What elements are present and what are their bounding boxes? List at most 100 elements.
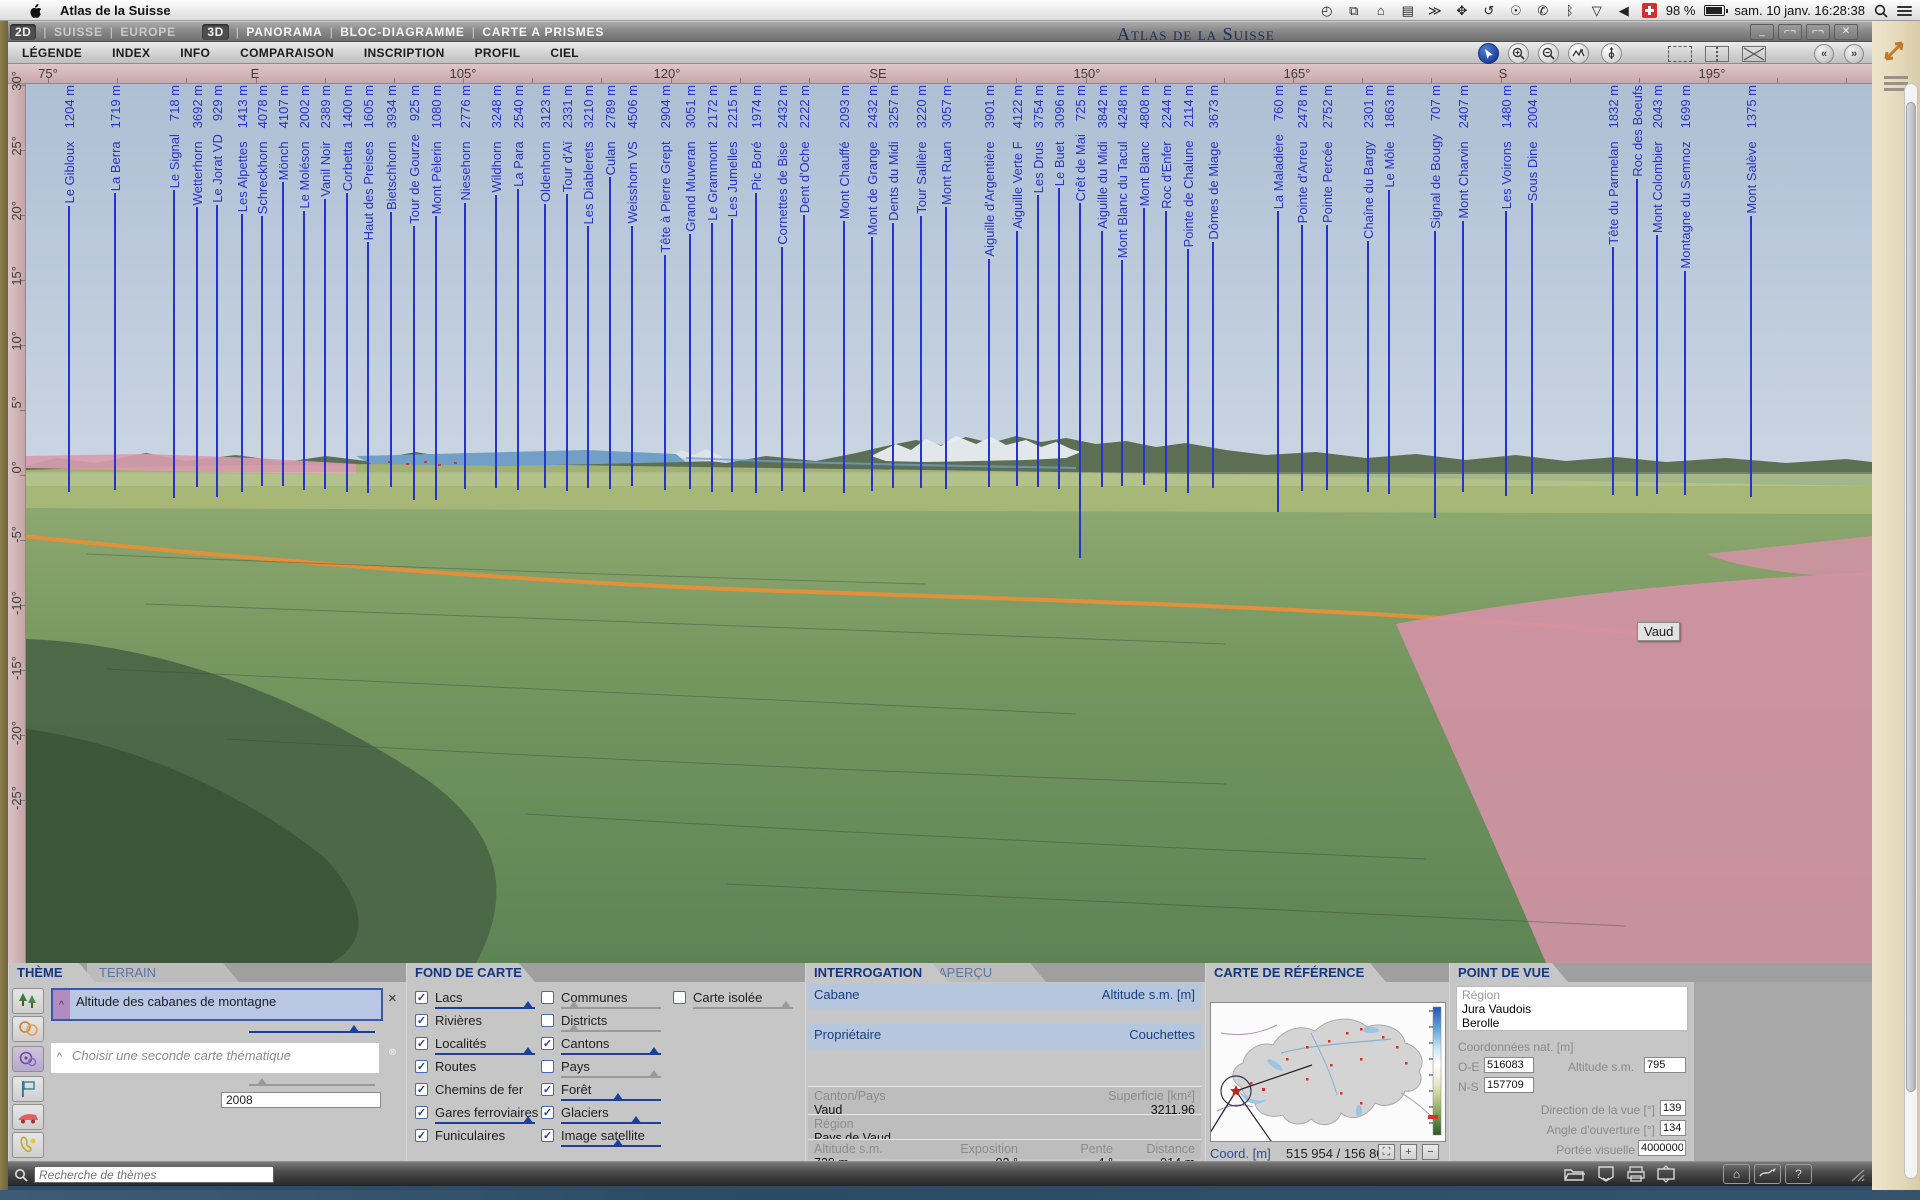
peak-marker[interactable]: Pointe Percée 2752 m bbox=[1319, 85, 1335, 490]
selection-frame-button[interactable] bbox=[1668, 46, 1692, 62]
mode-badge-2d[interactable]: 2D bbox=[10, 24, 36, 40]
peak-marker[interactable]: Les Diablerets 3210 m bbox=[580, 85, 596, 488]
zoom-in-button[interactable] bbox=[1508, 43, 1529, 64]
reference-map[interactable] bbox=[1210, 1002, 1446, 1142]
resize-grip[interactable] bbox=[1850, 1168, 1866, 1182]
peak-marker[interactable]: Roc d'Enfer 2244 m bbox=[1158, 85, 1174, 492]
previous-view-button[interactable]: « bbox=[1814, 44, 1834, 64]
theme2-remove-button[interactable]: ⊗ bbox=[385, 1045, 400, 1060]
sync-clock-icon[interactable]: ◴ bbox=[1318, 3, 1336, 19]
peak-marker[interactable]: Le Môle 1863 m bbox=[1381, 85, 1397, 494]
checkbox-image-satellite[interactable]: ✓ bbox=[541, 1129, 554, 1142]
menubar-clock[interactable]: sam. 10 janv. 16:28:38 bbox=[1734, 3, 1865, 18]
theme1-selector[interactable]: ^ Altitude des cabanes de montagne bbox=[51, 988, 383, 1021]
peak-marker[interactable]: Tête du Parmelan 1832 m bbox=[1605, 85, 1621, 495]
peak-marker[interactable]: Vanil Noir 2389 m bbox=[317, 85, 333, 489]
menu-info[interactable]: INFO bbox=[180, 46, 210, 60]
peak-marker[interactable]: Mont Blanc 4808 m bbox=[1136, 85, 1152, 485]
pan-view-button[interactable] bbox=[1568, 43, 1589, 64]
flight-path-button[interactable] bbox=[1754, 1164, 1781, 1184]
peak-marker[interactable]: Signal de Bougy 707 m bbox=[1427, 85, 1443, 518]
peak-marker[interactable]: La Berra 1719 m bbox=[107, 85, 123, 490]
theme1-dropdown-icon[interactable]: ^ bbox=[53, 990, 70, 1019]
menu-comparaison[interactable]: COMPARAISON bbox=[240, 46, 334, 60]
apple-menu-icon[interactable] bbox=[28, 3, 42, 18]
export-image-icon[interactable] bbox=[1655, 1165, 1677, 1183]
theme2-selector[interactable]: ^ Choisir une seconde carte thématique bbox=[51, 1043, 379, 1073]
print-icon[interactable] bbox=[1625, 1165, 1647, 1183]
checkbox-forêt[interactable]: ✓ bbox=[541, 1083, 554, 1096]
peak-marker[interactable]: Aiguille d'Argentière 3901 m bbox=[981, 85, 997, 487]
peak-marker[interactable]: Corbetta 1400 m bbox=[339, 85, 355, 492]
peak-marker[interactable]: Aiguille du Midi 3842 m bbox=[1094, 85, 1110, 487]
peak-marker[interactable]: Le Moléson 2002 m bbox=[296, 85, 312, 490]
theme2-transparency-slider[interactable] bbox=[249, 1084, 375, 1086]
peak-marker[interactable]: Les Alpettes 1413 m bbox=[234, 85, 250, 492]
menu-ciel[interactable]: CIEL bbox=[550, 46, 579, 60]
checkbox-carte-isolée[interactable] bbox=[673, 991, 686, 1004]
transparency-slider[interactable] bbox=[561, 1076, 661, 1078]
notification-center-icon[interactable] bbox=[1897, 4, 1912, 18]
open-folder-icon[interactable] bbox=[1563, 1165, 1585, 1183]
theme-population-button[interactable] bbox=[12, 1016, 44, 1042]
theme-year-field[interactable] bbox=[221, 1092, 381, 1108]
theme-economy-button[interactable] bbox=[12, 1046, 44, 1072]
peak-marker[interactable]: Culan 2789 m bbox=[602, 85, 618, 489]
checkbox-localités[interactable]: ✓ bbox=[415, 1037, 428, 1050]
mode-item-bloc-diagramme[interactable]: BLOC-DIAGRAMME bbox=[340, 25, 465, 39]
checkbox-pays[interactable] bbox=[541, 1060, 554, 1073]
checkbox-routes[interactable]: ✓ bbox=[415, 1060, 428, 1073]
peak-marker[interactable]: Wildhorn 3248 m bbox=[488, 85, 504, 488]
input-language-swiss-flag-icon[interactable] bbox=[1642, 3, 1657, 18]
next-view-button[interactable]: » bbox=[1844, 44, 1864, 64]
transparency-slider[interactable] bbox=[561, 1030, 661, 1032]
peak-marker[interactable]: Tour Sallière 3220 m bbox=[913, 85, 929, 488]
spaces-icon[interactable]: ✥ bbox=[1453, 3, 1471, 19]
accessibility-icon[interactable]: ☉ bbox=[1507, 3, 1525, 19]
mode-item-panorama[interactable]: PANORAMA bbox=[246, 25, 322, 39]
range-field[interactable] bbox=[1638, 1140, 1686, 1156]
split-view-button[interactable] bbox=[1705, 46, 1729, 62]
peak-marker[interactable]: Mont Ruan 3057 m bbox=[938, 85, 954, 489]
menu-profil[interactable]: PROFIL bbox=[475, 46, 521, 60]
peak-marker[interactable]: Les Jumelles 2215 m bbox=[724, 85, 740, 492]
forward-icon[interactable]: ≫ bbox=[1426, 3, 1444, 19]
checkbox-chemins-de-fer[interactable]: ✓ bbox=[415, 1083, 428, 1096]
peak-marker[interactable]: Tête à Pierre Grept 2904 m bbox=[657, 85, 673, 490]
home-sharing-icon[interactable]: ⌂ bbox=[1372, 3, 1390, 19]
peak-marker[interactable]: Dents du Midi 3257 m bbox=[885, 85, 901, 488]
tab-interrogation[interactable]: INTERROGATION bbox=[806, 963, 948, 982]
scrollbar-thumb[interactable] bbox=[1906, 102, 1916, 1092]
fullscreen-button[interactable]: ⌐¬ bbox=[1806, 24, 1830, 40]
layout-icon[interactable]: ▤ bbox=[1399, 3, 1417, 19]
close-view-button[interactable] bbox=[1742, 46, 1766, 62]
peak-marker[interactable]: Tour de Gourze 925 m bbox=[406, 85, 422, 500]
peak-marker[interactable]: Tour d'Aï 2331 m bbox=[559, 85, 575, 491]
help-button[interactable]: ? bbox=[1785, 1164, 1812, 1184]
peak-marker[interactable]: Le Buet 3096 m bbox=[1051, 85, 1067, 489]
checkbox-rivières[interactable]: ✓ bbox=[415, 1014, 428, 1027]
mode-item-suisse[interactable]: SUISSE bbox=[54, 25, 103, 39]
peak-marker[interactable]: Mont Pèlerin 1080 m bbox=[428, 85, 444, 500]
peak-marker[interactable]: Le Signal 718 m bbox=[166, 85, 182, 498]
transparency-slider[interactable] bbox=[435, 1122, 535, 1124]
peak-marker[interactable]: Mont Blanc du Tacul 4248 m bbox=[1114, 85, 1130, 486]
checkbox-lacs[interactable]: ✓ bbox=[415, 991, 428, 1004]
peak-marker[interactable]: Sous Dine 2004 m bbox=[1524, 85, 1540, 494]
transparency-slider[interactable] bbox=[435, 1007, 535, 1009]
displays-icon[interactable]: ⧉ bbox=[1345, 3, 1363, 19]
zoom-window-button[interactable]: ⌐¬ bbox=[1778, 24, 1802, 40]
transparency-slider[interactable] bbox=[561, 1007, 661, 1009]
checkbox-districts[interactable] bbox=[541, 1014, 554, 1027]
peak-marker[interactable]: Mont Colombier 2043 m bbox=[1649, 85, 1665, 494]
peak-marker[interactable]: Le Gibloux 1204 m bbox=[61, 85, 77, 492]
mode-item-europe[interactable]: EUROPE bbox=[120, 25, 175, 39]
peak-marker[interactable]: Haut des Preises 1605 m bbox=[360, 85, 376, 493]
navigate-button[interactable] bbox=[1478, 43, 1499, 64]
peak-marker[interactable]: Mont Chauffé 2093 m bbox=[836, 85, 852, 493]
theme1-transparency-slider[interactable] bbox=[249, 1031, 375, 1033]
zoom-out-button[interactable] bbox=[1538, 43, 1559, 64]
theme2-dropdown-icon[interactable]: ^ bbox=[51, 1043, 68, 1073]
oe-field[interactable] bbox=[1484, 1057, 1534, 1073]
menu-index[interactable]: INDEX bbox=[112, 46, 150, 60]
